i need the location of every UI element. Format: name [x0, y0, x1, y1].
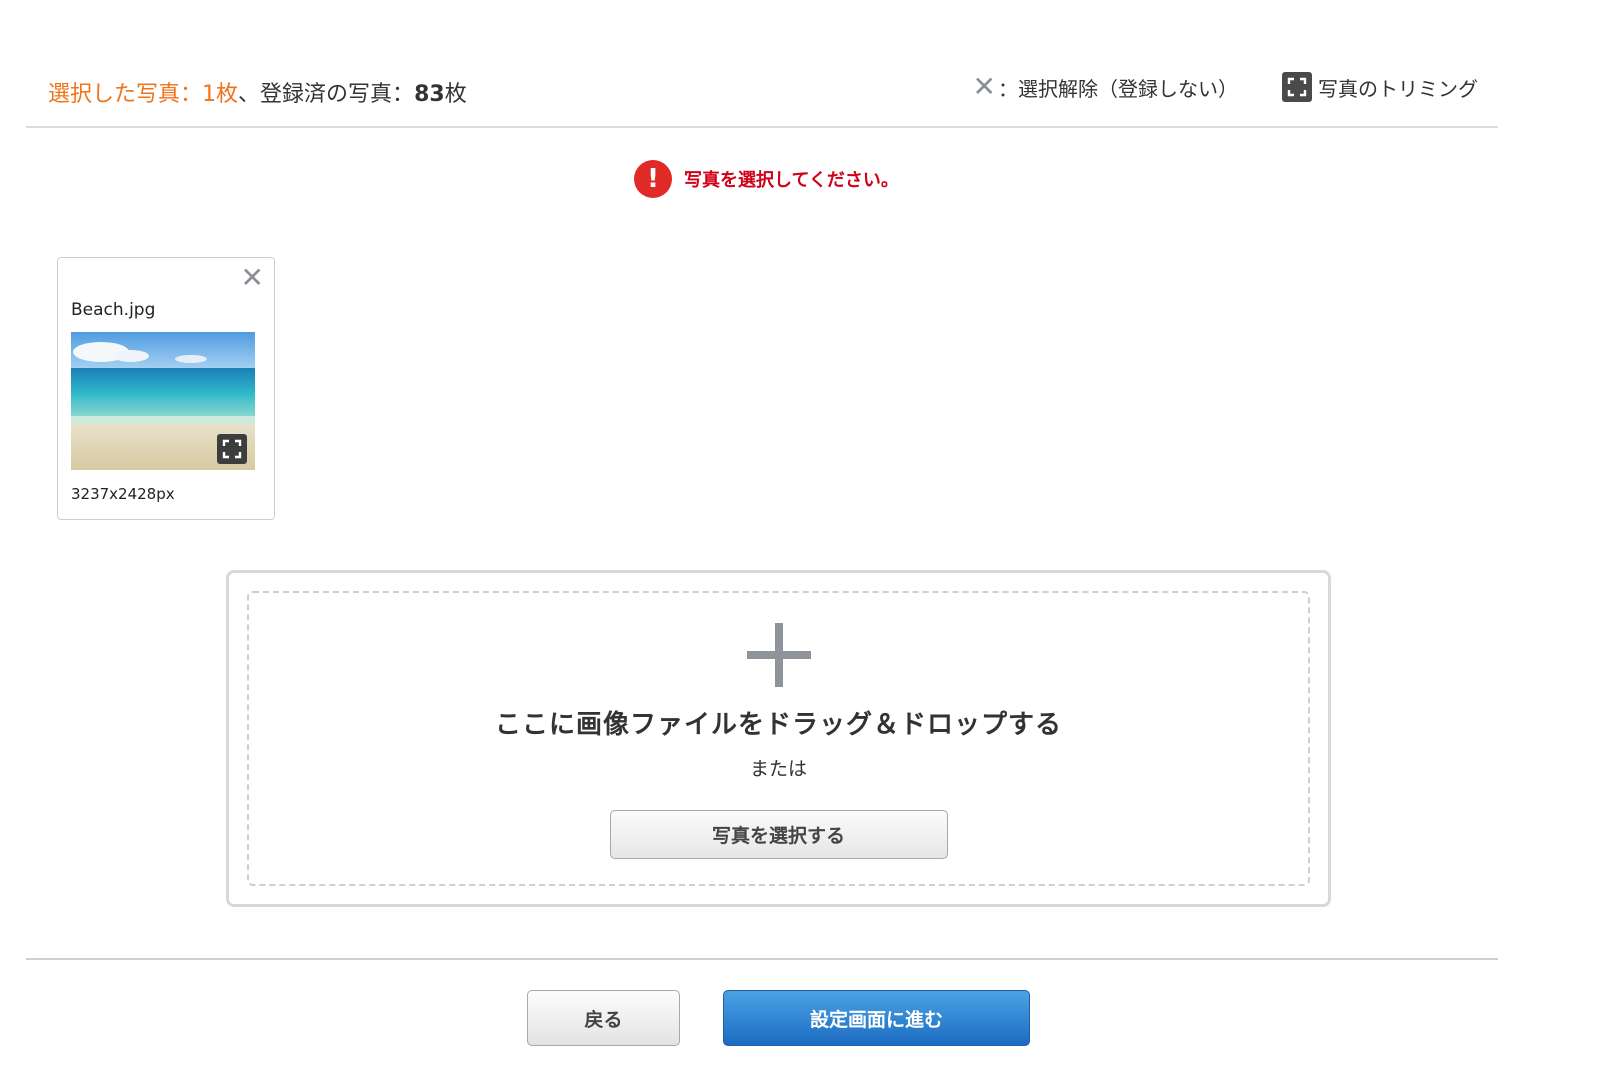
crop-icon — [1282, 72, 1312, 102]
registered-photos-unit: 枚 — [444, 82, 467, 107]
photo-card: ✕ Beach.jpg 3237x2428px — [57, 257, 275, 520]
close-icon: ✕ — [972, 70, 996, 103]
dropzone-or: または — [749, 758, 807, 780]
counts-separator: 、 — [238, 82, 261, 107]
photo-thumbnail[interactable] — [71, 332, 255, 470]
legend-remove-text: ：選択解除（登録しない） — [998, 76, 1238, 101]
registered-photos-label: 登録済の写真： — [260, 82, 415, 107]
close-icon[interactable]: ✕ — [241, 264, 264, 292]
registered-photos-count: 83 — [414, 82, 445, 107]
selected-photos-count: 1 — [202, 82, 217, 107]
photo-dimensions: 3237x2428px — [71, 485, 175, 503]
dropzone-title: ここに画像ファイルをドラッグ＆ドロップする — [494, 710, 1062, 740]
dropzone-dashed-area: ここに画像ファイルをドラッグ＆ドロップする または 写真を選択する — [247, 591, 1310, 886]
photo-filename: Beach.jpg — [71, 300, 156, 320]
error-message: ! 写真を選択してください。 — [634, 160, 899, 198]
plus-icon — [746, 623, 811, 687]
next-settings-button[interactable]: 設定画面に進む — [723, 990, 1030, 1046]
dropzone[interactable]: ここに画像ファイルをドラッグ＆ドロップする または 写真を選択する — [226, 570, 1331, 907]
upload-page: 選択した写真：1枚、登録済の写真：83枚 ✕ ：選択解除（登録しない） 写真のト… — [0, 0, 1600, 1079]
photo-counts: 選択した写真：1枚、登録済の写真：83枚 — [48, 76, 467, 108]
legend-trim: 写真のトリミング — [1282, 72, 1478, 102]
exclamation-icon: ! — [634, 160, 672, 198]
error-text: 写真を選択してください。 — [684, 170, 899, 191]
icon-legend: ✕ ：選択解除（登録しない） 写真のトリミング — [973, 72, 1478, 102]
select-photo-button[interactable]: 写真を選択する — [609, 810, 948, 859]
selected-photos-unit: 枚 — [216, 82, 239, 107]
back-button[interactable]: 戻る — [527, 990, 680, 1046]
footer-divider — [26, 958, 1498, 960]
legend-trim-text: 写真のトリミング — [1318, 76, 1478, 101]
crop-icon[interactable] — [217, 434, 247, 464]
selected-photos-label: 選択した写真： — [48, 82, 203, 107]
info-bar: 選択した写真：1枚、登録済の写真：83枚 ✕ ：選択解除（登録しない） 写真のト… — [26, 68, 1498, 128]
